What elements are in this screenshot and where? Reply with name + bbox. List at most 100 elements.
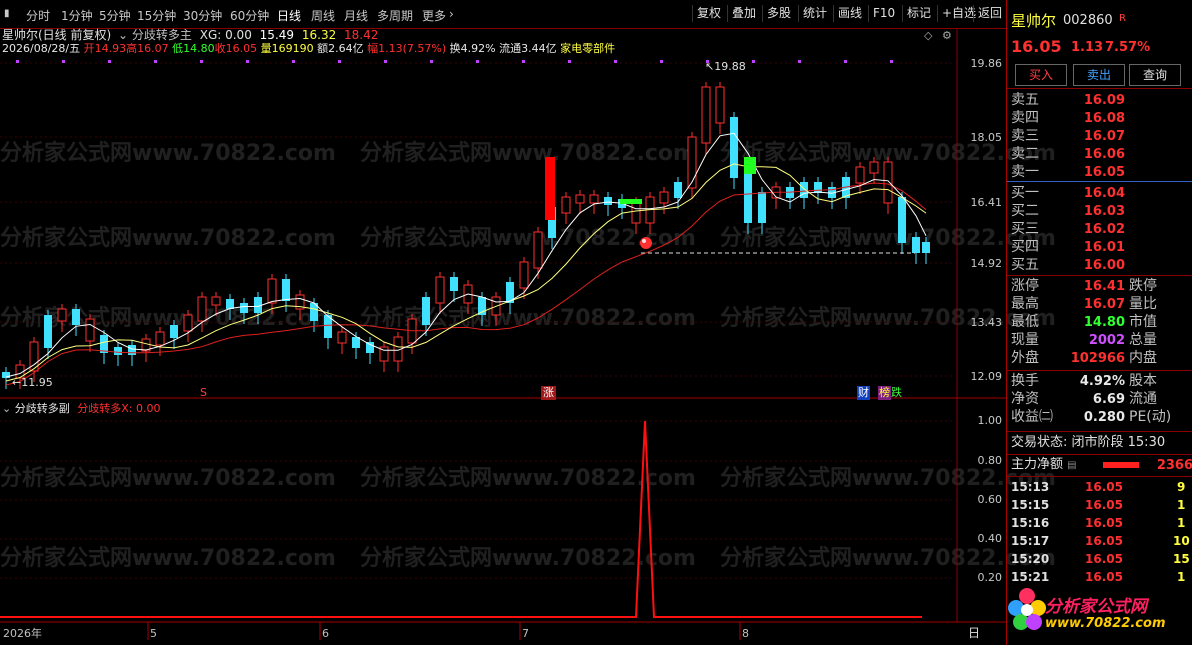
bid-3-price: 16.02: [1083, 222, 1125, 237]
ask-5-price: 16.09: [1083, 93, 1125, 108]
candle-body: [869, 161, 879, 174]
stat-share-label: 股本: [1129, 373, 1157, 389]
tick-vol: 1: [1177, 498, 1186, 512]
candle-body: [533, 231, 543, 269]
kline-chart[interactable]: [0, 0, 1006, 645]
stat-eps-label: 收益㈡: [1011, 409, 1053, 425]
candle-body: [855, 166, 865, 184]
ask-1-price: 16.05: [1083, 165, 1125, 180]
sub-axis: 1.00 0.80 0.60 0.40 0.20: [957, 398, 1006, 622]
candle-body: [450, 277, 458, 291]
marker-dot: [292, 60, 295, 63]
period-indicator[interactable]: 日: [968, 626, 980, 640]
candle-body: [814, 182, 822, 193]
candle-body: [85, 318, 95, 342]
marker-dot: [200, 60, 203, 63]
stat-outer-label: 外盘: [1011, 350, 1039, 366]
ask-3-label: 卖三: [1011, 128, 1039, 144]
ask-1-label: 卖一: [1011, 164, 1039, 180]
trade-status: 交易状态: 闭市阶段 15:30: [1011, 435, 1166, 450]
candle-body: [604, 197, 612, 205]
candle-body: [57, 308, 67, 322]
price-tick: 14.92: [970, 257, 1003, 270]
ask-5-label: 卖五: [1011, 92, 1039, 108]
tick-time: 15:15: [1011, 498, 1050, 512]
candle-body: [730, 117, 738, 178]
tick-vol: 1: [1177, 516, 1186, 530]
buy-button[interactable]: 买入: [1015, 64, 1067, 86]
candle-body: [366, 342, 374, 353]
tick-vol: 1: [1177, 570, 1186, 584]
tick-price: 16.05: [1085, 570, 1123, 584]
stat-market-cap-label: 市值: [1129, 314, 1157, 330]
main-flow-label[interactable]: 主力净额 ▤: [1011, 456, 1077, 475]
tick-price: 16.05: [1085, 534, 1123, 548]
tick-vol: 10: [1173, 534, 1190, 548]
low-price-value: 11.95: [21, 376, 53, 389]
stat-high-value: 16.07: [1083, 297, 1125, 312]
tick-time: 15:20: [1011, 552, 1050, 566]
query-button[interactable]: 查询: [1129, 64, 1181, 86]
time-axis-month: 5: [150, 627, 157, 640]
candle-body: [883, 161, 893, 204]
candle-body: [912, 237, 920, 253]
stat-limit-up-value: 16.41: [1083, 279, 1125, 294]
marker-zhang: 涨: [541, 386, 556, 400]
price-tick: 13.43: [970, 316, 1003, 329]
marker-dot: [154, 60, 157, 63]
candle-body: [898, 197, 906, 243]
candle-body: [758, 192, 766, 223]
time-axis-month: 6: [322, 627, 329, 640]
candle-body: [589, 194, 599, 204]
marker-dot: [844, 60, 847, 63]
sell-button[interactable]: 卖出: [1073, 64, 1125, 86]
sub-indicator-dropdown[interactable]: ⌄ 分歧转多副 分歧转多X: 0.00: [2, 402, 160, 416]
candle-body: [211, 296, 221, 306]
candle-body: [282, 279, 290, 301]
stat-netasset-label: 净资: [1011, 391, 1039, 407]
stat-turnover-value: 4.92%: [1079, 374, 1125, 389]
marker-dot: [798, 60, 801, 63]
candle-body: [170, 325, 178, 338]
marker-dot: [890, 60, 893, 63]
sub-indicator-name: 分歧转多副: [14, 402, 70, 415]
bid-5-label: 买五: [1011, 257, 1039, 273]
main-flow-bar: [1103, 462, 1139, 468]
tick-time: 15:21: [1011, 570, 1050, 584]
marker-dot: [476, 60, 479, 63]
ask-3-price: 16.07: [1083, 129, 1125, 144]
main-flow-value: 2366: [1156, 458, 1192, 473]
ask-4-label: 卖四: [1011, 110, 1039, 126]
tick-price: 16.05: [1085, 552, 1123, 566]
candle-body: [631, 201, 641, 224]
ask-2-price: 16.06: [1083, 147, 1125, 162]
stat-inner-label: 内盘: [1129, 350, 1157, 366]
stock-flag: R: [1119, 13, 1126, 24]
sub-indicator-value: 分歧转多X: 0.00: [77, 402, 161, 415]
signal-red-block: [545, 157, 555, 220]
sub-indicator-line: [0, 420, 922, 618]
price-tick: 12.09: [970, 370, 1003, 383]
candle-body: [114, 347, 122, 355]
logo-url: www.70822.com: [1045, 616, 1166, 631]
stat-low-value: 14.80: [1083, 315, 1125, 330]
candle-body: [519, 261, 529, 289]
marker-dot: [614, 60, 617, 63]
candle-body: [183, 314, 193, 332]
stat-eps-value: 0.280: [1083, 410, 1125, 425]
bid-1-label: 买一: [1011, 185, 1039, 201]
bid-4-label: 买四: [1011, 239, 1039, 255]
candle-body: [240, 303, 248, 313]
ask-2-label: 卖二: [1011, 146, 1039, 162]
marker-dot: [246, 60, 249, 63]
tick-time: 15:13: [1011, 480, 1050, 494]
tick-price: 16.05: [1085, 516, 1123, 530]
candle-body: [435, 276, 445, 304]
high-price-value: 19.88: [714, 60, 746, 73]
stat-cur-vol-label: 现量: [1011, 332, 1039, 348]
marker-dot: [522, 60, 525, 63]
stat-pe-label: PE(动): [1129, 409, 1172, 425]
candle-body: [197, 296, 207, 322]
sub-tick: 0.40: [977, 532, 1003, 545]
price-axis: 19.86 18.05 16.41 14.92 13.43 12.09: [957, 28, 1006, 398]
